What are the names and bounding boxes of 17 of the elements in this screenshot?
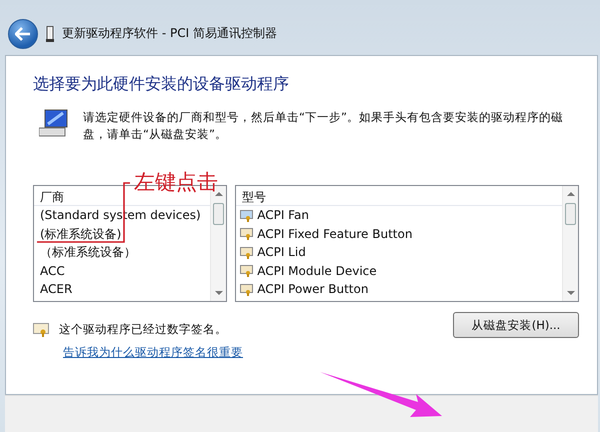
instructions-text: 请选定硬件设备的厂商和型号，然后单击“下一步”。如果手头有包含要安装的驱动程序的磁盘，请单击“从磁盘安装”。 [83,109,564,143]
window-title: 更新驱动程序软件 - PCI 简易通讯控制器 [62,25,277,42]
list-item[interactable]: ACC [34,262,210,280]
signature-note: 这个驱动程序已经过数字签名。 [59,322,227,337]
list-item[interactable]: ACPI Fan [236,206,562,224]
model-list[interactable]: 型号 ACPI Fan ACPI Fixed Feature Button ACPI Lid ACPI Module Device ACPI Power Button [235,185,579,302]
list-item[interactable]: ACPI Lid [236,243,562,262]
list-item[interactable]: ACPI Module Device [236,262,562,280]
help-link[interactable]: 告诉我为什么驱动程序签名很重要 [63,345,243,360]
column-header[interactable]: 型号 [236,186,562,206]
list-item[interactable]: ACPI Power Button [236,280,562,298]
list-item[interactable]: ACER [34,280,210,298]
have-disk-button[interactable]: 从磁盘安装(H)... [453,312,579,338]
list-item[interactable]: （标准系统设备） [34,243,210,262]
list-item[interactable]: ACPI Fixed Feature Button [236,224,562,243]
page-heading: 选择要为此硬件安装的设备驱动程序 [33,74,290,95]
list-item[interactable]: (标准系统设备) [34,224,210,243]
